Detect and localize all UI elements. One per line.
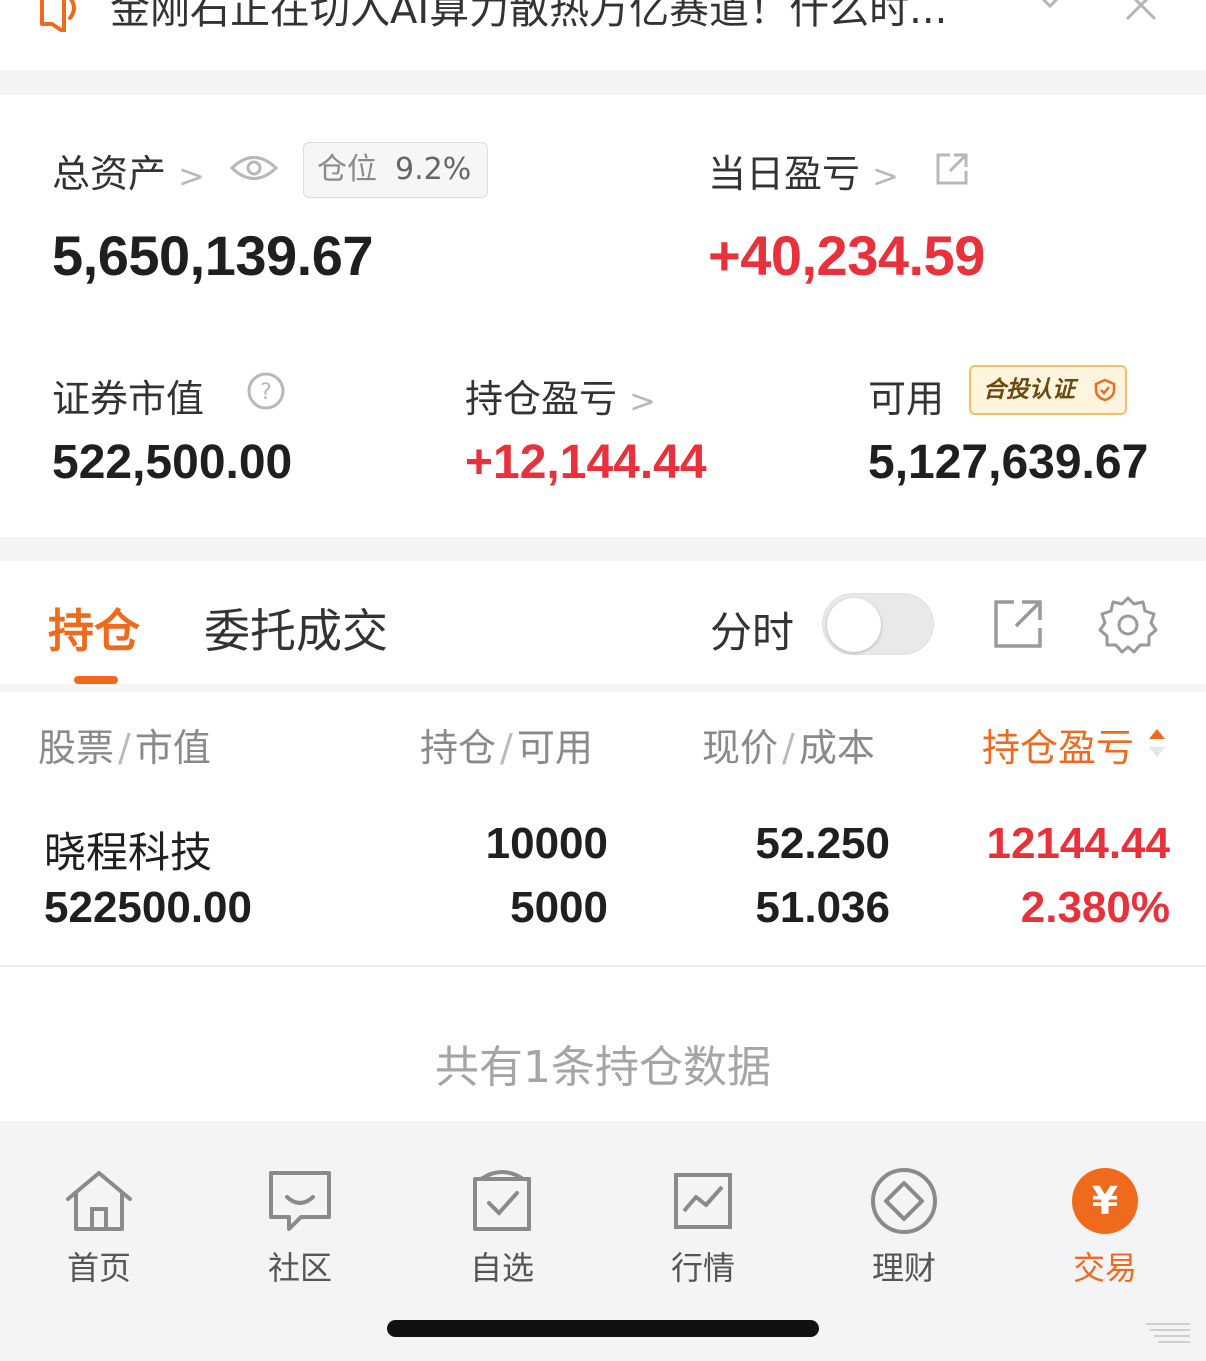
current-price: 52.250 bbox=[755, 819, 890, 868]
holding-qty: 10000 bbox=[485, 819, 608, 868]
chevron-right-icon: > bbox=[629, 382, 656, 420]
holding-pnl-value: +12,144.44 bbox=[465, 436, 707, 489]
chevron-right-icon: > bbox=[178, 157, 205, 195]
gear-icon[interactable] bbox=[1098, 595, 1158, 655]
stock-name: 晓程科技 bbox=[44, 828, 213, 877]
shield-check-icon bbox=[1094, 378, 1116, 402]
announcement-text[interactable]: 金刚石正在切入AI算力散热万亿赛道！什么时... bbox=[110, 0, 1020, 38]
holding-pnl: 12144.44 bbox=[986, 819, 1170, 868]
sort-icon[interactable] bbox=[1146, 725, 1168, 761]
nav-item-home[interactable]: 首页 bbox=[39, 1167, 159, 1289]
yuan-glyph: ¥ bbox=[1092, 1179, 1118, 1223]
watchlist-icon bbox=[473, 1170, 531, 1231]
available-value: 5,127,639.67 bbox=[868, 436, 1149, 489]
yuan-icon: ¥ bbox=[1072, 1168, 1138, 1234]
divider bbox=[0, 965, 1206, 967]
tab-holdings[interactable]: 持仓 bbox=[48, 595, 140, 661]
nav-label: 理财 bbox=[871, 1249, 936, 1287]
diamond-icon bbox=[871, 1168, 937, 1234]
share-icon[interactable] bbox=[934, 151, 970, 187]
nav-label: 首页 bbox=[66, 1249, 131, 1287]
column-header-price: 现价 / 成本 bbox=[702, 726, 875, 770]
tab-active-indicator bbox=[74, 676, 118, 684]
column-holding-label: 持仓 bbox=[420, 726, 497, 770]
asset-summary-card: 总资产 > 仓位 9.2% 5,650,139.67 当日盈亏 > +40,234… bbox=[0, 95, 1206, 537]
column-cost-label: 成本 bbox=[798, 726, 875, 770]
nav-item-watchlist[interactable]: 自选 bbox=[442, 1167, 562, 1289]
position-ratio-label: 仓位 bbox=[317, 152, 377, 187]
stock-market-value: 522500.00 bbox=[44, 883, 252, 932]
watermark-icon bbox=[1146, 1323, 1190, 1343]
available-label: 可用 bbox=[868, 377, 945, 421]
column-header-holding: 持仓 / 可用 bbox=[420, 726, 593, 770]
chevron-down-icon[interactable] bbox=[1030, 0, 1070, 22]
svg-text:?: ? bbox=[260, 380, 272, 405]
nav-item-wealth[interactable]: 理财 bbox=[844, 1167, 964, 1289]
chat-icon bbox=[269, 1171, 331, 1231]
certification-badge-text: 合投认证 bbox=[983, 377, 1075, 403]
chevron-right-icon: > bbox=[872, 157, 899, 195]
column-market-value-label: 市值 bbox=[134, 726, 211, 770]
position-ratio-badge: 仓位 9.2% bbox=[303, 142, 488, 198]
total-assets-label: 总资产 bbox=[52, 152, 167, 196]
announcement-bar[interactable]: 金刚石正在切入AI算力散热万亿赛道！什么时... bbox=[0, 0, 1206, 70]
holding-pnl-label: 持仓盈亏 bbox=[465, 377, 618, 421]
cost-price: 51.036 bbox=[755, 883, 890, 932]
tab-orders[interactable]: 委托成交 bbox=[204, 595, 388, 661]
column-available-label: 可用 bbox=[516, 726, 593, 770]
holding-pnl-link[interactable]: 持仓盈亏 > bbox=[465, 368, 656, 423]
holding-pnl-percent: 2.380% bbox=[1020, 883, 1170, 932]
help-icon[interactable]: ? bbox=[246, 371, 286, 411]
eye-icon[interactable] bbox=[230, 153, 278, 183]
positions-panel: 持仓 委托成交 分时 股票 / 市值 持仓 / 可用 现价 / 成本 持仓盈亏 晓程科技 5… bbox=[0, 561, 1206, 1121]
column-header-pnl[interactable]: 持仓盈亏 bbox=[982, 717, 1134, 772]
column-price-label: 现价 bbox=[702, 726, 779, 770]
nav-item-community[interactable]: 社区 bbox=[240, 1167, 360, 1289]
nav-label: 交易 bbox=[1072, 1249, 1137, 1287]
holdings-count-note: 共有1条持仓数据 bbox=[435, 1042, 771, 1093]
available-qty: 5000 bbox=[510, 883, 608, 932]
market-value: 522,500.00 bbox=[52, 436, 293, 489]
total-assets-link[interactable]: 总资产 > bbox=[52, 143, 205, 198]
total-assets-value: 5,650,139.67 bbox=[52, 224, 373, 287]
nav-label: 行情 bbox=[670, 1249, 735, 1287]
speaker-icon bbox=[40, 0, 76, 32]
column-stock-label: 股票 bbox=[38, 726, 115, 770]
timeshare-toggle[interactable] bbox=[822, 593, 934, 655]
nav-label: 自选 bbox=[469, 1249, 534, 1287]
close-icon[interactable] bbox=[1124, 0, 1158, 22]
home-icon bbox=[66, 1171, 132, 1231]
daily-pnl-link[interactable]: 当日盈亏 > bbox=[708, 143, 899, 198]
nav-item-market[interactable]: 行情 bbox=[643, 1167, 763, 1289]
market-value-label: 证券市值 bbox=[52, 377, 205, 421]
toggle-knob bbox=[827, 598, 881, 652]
divider bbox=[0, 684, 1206, 692]
daily-pnl-value: +40,234.59 bbox=[708, 224, 985, 287]
column-header-stock: 股票 / 市值 bbox=[38, 726, 211, 770]
position-ratio-value: 9.2% bbox=[395, 152, 472, 187]
nav-label: 社区 bbox=[267, 1249, 332, 1287]
chart-icon bbox=[674, 1173, 732, 1229]
nav-item-trade[interactable]: ¥ 交易 bbox=[1045, 1167, 1165, 1289]
certification-badge[interactable]: 合投认证 bbox=[969, 365, 1127, 415]
timeshare-label: 分时 bbox=[710, 608, 795, 657]
home-indicator bbox=[387, 1320, 819, 1337]
share-icon[interactable] bbox=[992, 598, 1044, 650]
daily-pnl-label: 当日盈亏 bbox=[708, 152, 861, 196]
